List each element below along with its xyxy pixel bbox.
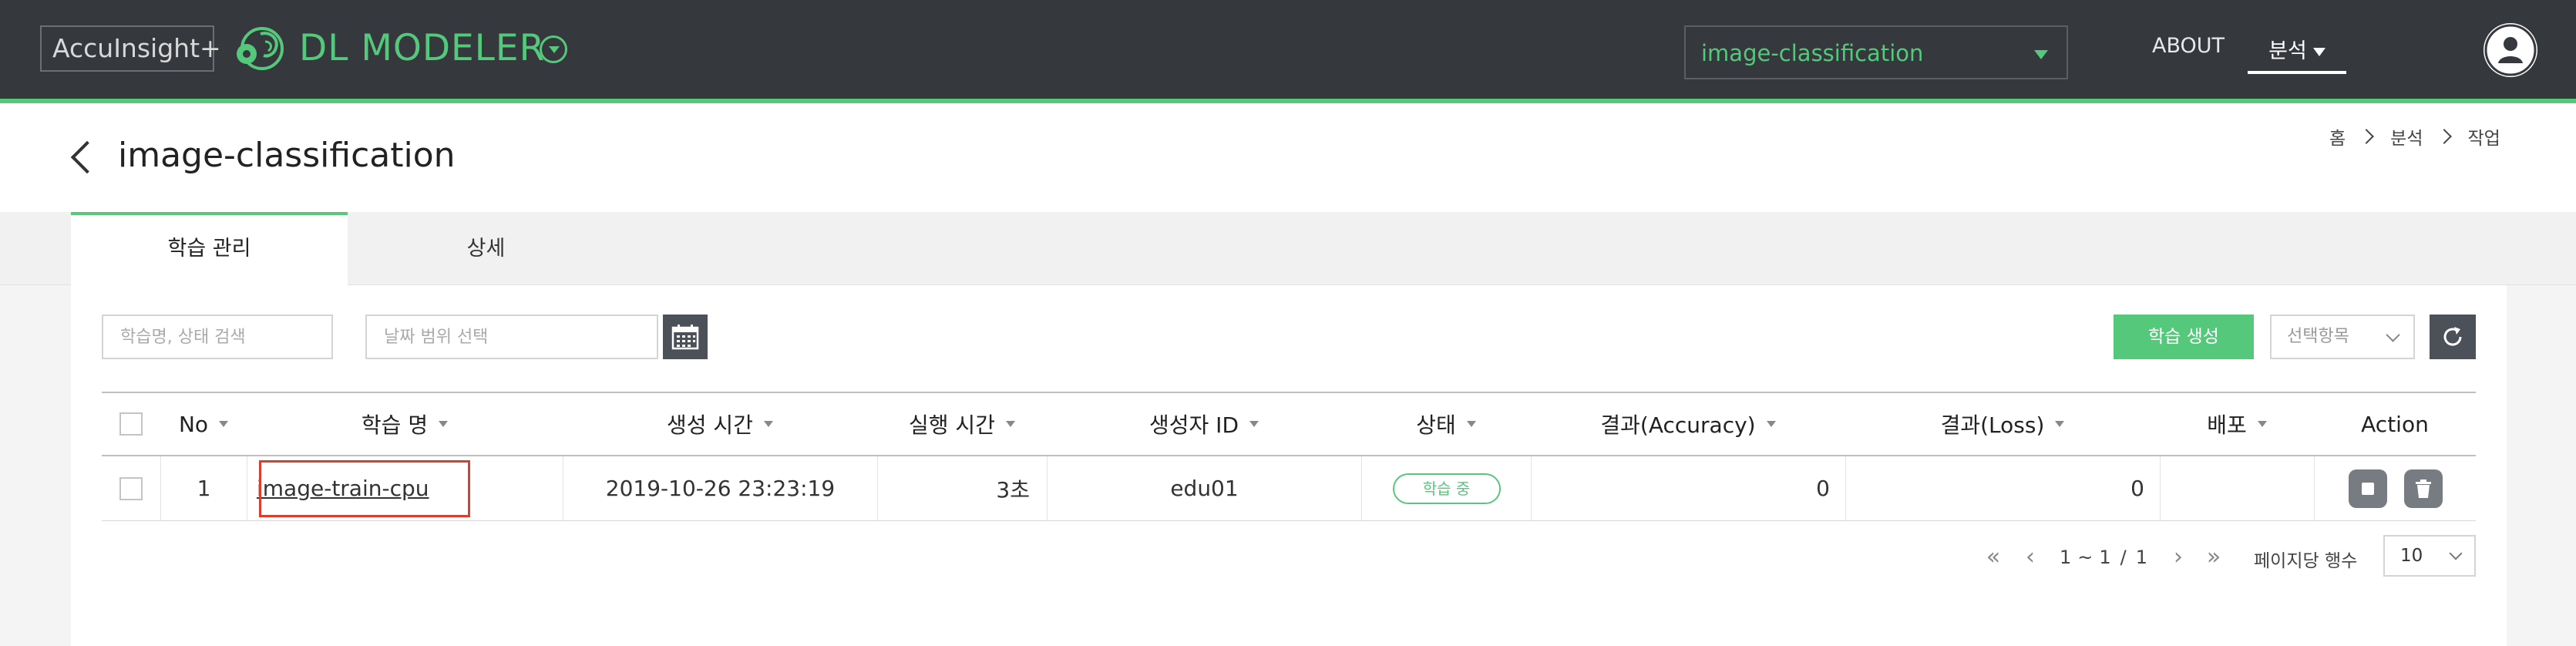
column-header-loss[interactable]: 결과(Loss) bbox=[1845, 393, 2160, 455]
rows-per-page-select[interactable]: 10 bbox=[2383, 535, 2476, 577]
page-title: image-classification bbox=[118, 136, 456, 175]
top-navigation-bar: AccuInsight+ DL MODELER image-classifica… bbox=[0, 0, 2576, 99]
calendar-icon[interactable] bbox=[663, 315, 708, 359]
row-created: 2019-10-26 23:23:19 bbox=[563, 456, 877, 520]
row-select-cell bbox=[102, 456, 160, 520]
chevron-right-icon bbox=[2436, 129, 2452, 144]
row-runtime: 3초 bbox=[877, 456, 1047, 520]
row-no: 1 bbox=[160, 456, 247, 520]
product-dropdown-icon[interactable] bbox=[540, 35, 567, 63]
select-all-cell bbox=[102, 393, 160, 455]
breadcrumb-job: 작업 bbox=[2467, 129, 2500, 149]
project-select-value: image-classification bbox=[1701, 40, 1924, 66]
sort-icon bbox=[2257, 421, 2267, 427]
column-header-name[interactable]: 학습 명 bbox=[247, 393, 563, 455]
column-header-deploy[interactable]: 배포 bbox=[2160, 393, 2314, 455]
tab-bar: 학습 관리 상세 bbox=[0, 212, 2576, 285]
brand-logo[interactable]: AccuInsight+ bbox=[40, 25, 221, 72]
last-page-icon[interactable]: » bbox=[2203, 546, 2225, 569]
nav-analysis-menu[interactable]: 분석 bbox=[2248, 34, 2346, 74]
page-current: 1 bbox=[2060, 547, 2072, 568]
sort-icon bbox=[2055, 421, 2065, 427]
column-header-created[interactable]: 생성 시간 bbox=[563, 393, 877, 455]
row-deploy bbox=[2160, 456, 2314, 520]
column-header-label: No bbox=[178, 411, 209, 437]
column-header-label: 생성자 ID bbox=[1149, 412, 1239, 438]
row-checkbox[interactable] bbox=[119, 476, 143, 500]
page-total: 1 bbox=[2135, 547, 2148, 568]
nav-about-link[interactable]: ABOUT bbox=[2152, 34, 2225, 58]
chevron-down-icon bbox=[2386, 328, 2400, 342]
column-header-accuracy[interactable]: 결과(Accuracy) bbox=[1531, 393, 1845, 455]
user-avatar-icon[interactable] bbox=[2484, 23, 2537, 77]
table-header-row: No 학습 명 생성 시간 실행 시간 생성자 ID 상태 결과(Accurac… bbox=[102, 393, 2476, 456]
page-end: 1 bbox=[2099, 547, 2111, 568]
bulk-action-select[interactable]: 선택항목 bbox=[2270, 315, 2415, 359]
refresh-icon[interactable] bbox=[2430, 315, 2476, 359]
column-header-no[interactable]: No bbox=[160, 393, 247, 455]
search-input[interactable] bbox=[102, 315, 333, 359]
tab-training-management[interactable]: 학습 관리 bbox=[71, 212, 348, 285]
rows-per-page-value: 10 bbox=[2400, 546, 2423, 566]
chevron-down-icon bbox=[2449, 547, 2463, 560]
column-header-label: Action bbox=[2361, 411, 2429, 437]
sort-icon bbox=[1249, 421, 1259, 427]
row-loss: 0 bbox=[1845, 456, 2160, 520]
column-header-status[interactable]: 상태 bbox=[1361, 393, 1531, 455]
column-header-label: 실행 시간 bbox=[909, 412, 995, 438]
project-select[interactable]: image-classification bbox=[1684, 25, 2068, 79]
column-header-label: 생성 시간 bbox=[667, 412, 753, 438]
sort-icon bbox=[1005, 421, 1015, 427]
column-header-label: 학습 명 bbox=[361, 412, 429, 438]
breadcrumb: 홈 분석 작업 bbox=[2329, 123, 2500, 150]
bulk-action-select-label: 선택항목 bbox=[2287, 327, 2349, 346]
highlight-annotation-box bbox=[259, 460, 470, 517]
date-range-input[interactable] bbox=[365, 315, 658, 359]
breadcrumb-analysis[interactable]: 분석 bbox=[2390, 123, 2423, 150]
trash-icon[interactable] bbox=[2403, 469, 2443, 508]
create-training-button[interactable]: 학습 생성 bbox=[2114, 315, 2254, 359]
column-header-label: 상태 bbox=[1416, 412, 1456, 438]
tab-detail[interactable]: 상세 bbox=[348, 212, 624, 285]
status-badge: 학습 중 bbox=[1392, 473, 1501, 504]
sort-icon bbox=[439, 421, 449, 427]
column-header-label: 배포 bbox=[2207, 412, 2247, 438]
page-slash: / bbox=[2120, 547, 2127, 568]
nav-analysis-label: 분석 bbox=[2268, 39, 2307, 63]
breadcrumb-home[interactable]: 홈 bbox=[2329, 123, 2346, 150]
sort-icon bbox=[219, 421, 229, 427]
chevron-right-icon bbox=[2359, 129, 2375, 144]
next-page-icon[interactable]: › bbox=[2167, 546, 2189, 569]
column-header-label: 결과(Accuracy) bbox=[1600, 412, 1756, 438]
brain-logo-icon bbox=[230, 23, 294, 74]
sort-icon bbox=[763, 421, 773, 427]
stop-icon[interactable] bbox=[2348, 469, 2387, 508]
prev-page-icon[interactable]: ‹ bbox=[2019, 546, 2041, 569]
sort-icon bbox=[1766, 421, 1776, 427]
column-header-label: 결과(Loss) bbox=[1940, 412, 2045, 438]
column-header-creator[interactable]: 생성자 ID bbox=[1047, 393, 1361, 455]
caret-down-icon bbox=[2034, 50, 2048, 59]
row-creator: edu01 bbox=[1047, 456, 1361, 520]
rows-per-page-label: 페이지당 행수 bbox=[2254, 551, 2358, 571]
page-header: image-classification 홈 분석 작업 bbox=[0, 103, 2576, 212]
sort-icon bbox=[1466, 421, 1476, 427]
column-header-action: Action bbox=[2314, 393, 2476, 455]
product-name[interactable]: DL MODELER bbox=[299, 26, 545, 71]
select-all-checkbox[interactable] bbox=[119, 412, 143, 436]
row-accuracy: 0 bbox=[1531, 456, 1845, 520]
row-actions bbox=[2314, 456, 2476, 520]
page-indicator: 1 ~ 1 / 1 bbox=[2060, 540, 2147, 575]
column-header-runtime[interactable]: 실행 시간 bbox=[877, 393, 1047, 455]
page-range-sep: ~ bbox=[2077, 547, 2093, 568]
first-page-icon[interactable]: « bbox=[1982, 546, 2004, 569]
caret-down-icon bbox=[2312, 48, 2325, 56]
back-arrow-icon[interactable] bbox=[70, 140, 104, 174]
row-status-cell: 학습 중 bbox=[1361, 456, 1531, 520]
